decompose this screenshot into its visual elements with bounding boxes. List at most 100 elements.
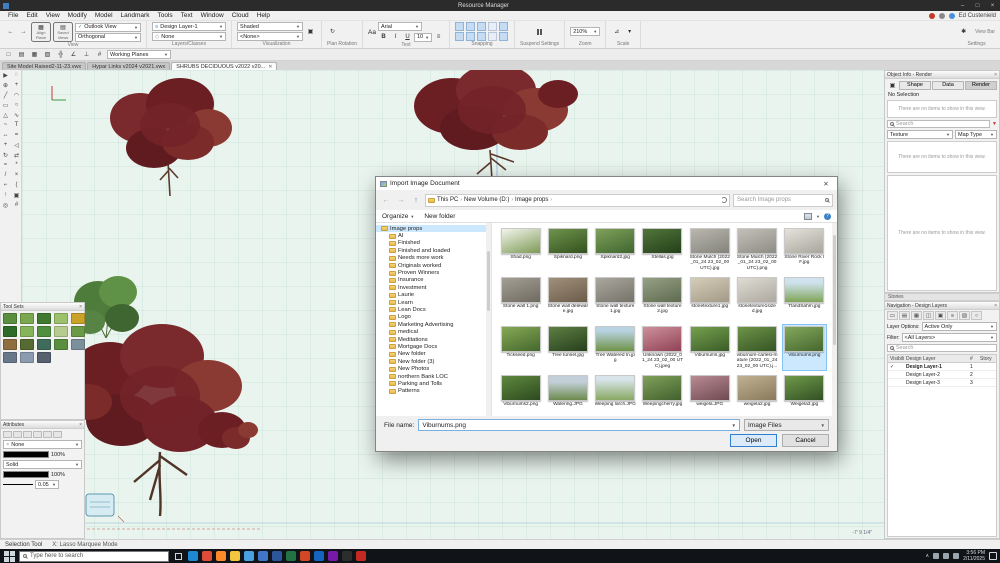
file-item[interactable]: weigela.JPG	[687, 373, 732, 416]
taskbar-app-icon[interactable]	[314, 551, 324, 561]
folder-tree-item[interactable]: Logo	[376, 314, 491, 321]
palette-tool[interactable]: ◁	[11, 140, 22, 150]
file-item[interactable]: Stone wall texture2.jpg	[640, 275, 685, 322]
pen-color-swatch[interactable]	[3, 471, 49, 478]
suspend-snapping-icon[interactable]	[534, 27, 545, 37]
file-item[interactable]: Tickseed.png	[498, 324, 543, 371]
taskbar-app-icon[interactable]	[258, 551, 268, 561]
taskbar-search-input[interactable]: Type here to search	[19, 551, 169, 562]
navigation-mode-icon[interactable]: ▧	[959, 311, 970, 320]
font-family-dropdown[interactable]: Arial ▼	[378, 22, 422, 31]
fill-pattern-icon[interactable]	[23, 431, 32, 438]
folder-tree-item[interactable]: Investment	[376, 284, 491, 291]
folder-tree-item[interactable]: Meditations	[376, 336, 491, 343]
zoom-dropdown[interactable]: 210% ▼	[570, 27, 600, 36]
palette-tool[interactable]: ⊕	[0, 80, 11, 90]
palette-tool[interactable]: ◠	[11, 90, 22, 100]
breadcrumb-segment[interactable]: This PC	[435, 197, 460, 203]
breadcrumb-segment[interactable]: Image props	[513, 197, 550, 203]
mode-button[interactable]: □	[3, 50, 14, 60]
align-left-icon[interactable]: ≡	[433, 32, 444, 42]
view-mode-icon[interactable]	[804, 213, 812, 220]
menu-item[interactable]: Cloud	[228, 12, 253, 19]
snap-toggle[interactable]	[488, 32, 497, 41]
forward-icon[interactable]: →	[395, 194, 407, 206]
working-planes-dropdown[interactable]: Working Planes ▼	[107, 50, 171, 59]
file-item[interactable]: Stone Mulch (2022_01_24 23_02_00 UTC).jp…	[687, 226, 732, 273]
snap-toggle[interactable]	[477, 22, 486, 31]
palette-tool[interactable]: ≈	[0, 160, 11, 170]
gear-icon[interactable]: ✱	[958, 27, 969, 37]
palette-tool[interactable]: △	[0, 110, 11, 120]
folder-tree-item[interactable]: Patterns	[376, 388, 491, 395]
folder-tree-item[interactable]: Insurance	[376, 277, 491, 284]
tool-set-icon[interactable]	[20, 313, 34, 324]
layer-options-dropdown[interactable]: Active Only ▼	[922, 322, 997, 331]
palette-tool[interactable]: ╱	[0, 90, 11, 100]
palette-tool[interactable]: ↻	[0, 150, 11, 160]
task-view-icon[interactable]	[173, 551, 184, 562]
menu-item[interactable]: Help	[253, 12, 274, 19]
taskbar-app-icon[interactable]	[216, 551, 226, 561]
taskbar-app-icon[interactable]	[244, 551, 254, 561]
snap-toggle[interactable]	[499, 22, 508, 31]
taskbar-app-icon[interactable]	[286, 551, 296, 561]
background-render-dropdown[interactable]: <None> ▼	[237, 32, 303, 41]
close-icon[interactable]: ×	[79, 304, 82, 310]
navigation-mode-icon[interactable]: ▦	[911, 311, 922, 320]
notification-bell-icon[interactable]	[929, 13, 935, 19]
taskbar-app-icon[interactable]	[342, 551, 352, 561]
file-item[interactable]: Stone wall 1.png	[498, 275, 543, 322]
cloud-icon[interactable]	[949, 13, 955, 19]
close-icon[interactable]: ×	[994, 303, 997, 309]
file-item[interactable]: Stone River Rock IF.jpg	[782, 226, 827, 273]
active-class-dropdown[interactable]: ◇ None ▼	[152, 32, 226, 41]
tool-set-icon[interactable]	[20, 339, 34, 350]
palette-tool[interactable]: ◎	[0, 200, 11, 210]
palette-tool[interactable]: #	[11, 200, 22, 210]
file-item[interactable]: stonetexture1size d.jpg	[734, 275, 779, 322]
file-item[interactable]: Tree tunnel.jpg	[545, 324, 590, 371]
menu-item[interactable]: Modify	[64, 12, 91, 19]
navigation-mode-icon[interactable]: ▤	[899, 311, 910, 320]
align-plane-button[interactable]: ▦ Align Plane	[31, 22, 51, 42]
palette-tool[interactable]: =	[11, 130, 22, 140]
next-view-icon[interactable]: →	[18, 27, 29, 37]
filter-funnel-icon[interactable]: ▼	[992, 121, 997, 127]
file-item[interactable]: Spiknard2.jpg	[593, 226, 638, 273]
palette-tool[interactable]: T	[11, 120, 22, 130]
folder-tree-item[interactable]: medical	[376, 328, 491, 335]
file-item[interactable]: TlandSahm.jpg	[782, 275, 827, 322]
design-layer-row[interactable]: Design Layer-2 2	[888, 371, 996, 379]
folder-tree-item[interactable]: Marketing Advertising	[376, 321, 491, 328]
design-layer-row[interactable]: ✓ Design Layer-1 1	[888, 363, 996, 371]
menu-item[interactable]: Window	[197, 12, 228, 19]
layers-search-input[interactable]: Search	[887, 344, 997, 352]
font-size-dropdown[interactable]: 10 ▼	[414, 33, 432, 42]
help-icon[interactable]: ?	[824, 213, 831, 220]
tool-set-icon[interactable]	[3, 352, 17, 363]
menu-item[interactable]: Model	[91, 12, 117, 19]
palette-tool[interactable]: ↔	[0, 130, 11, 140]
dialog-close-icon[interactable]: ✕	[815, 177, 837, 190]
tool-set-icon[interactable]	[71, 339, 85, 350]
new-folder-button[interactable]: New folder	[424, 213, 455, 220]
italic-button[interactable]: I	[390, 32, 401, 42]
start-button[interactable]	[3, 550, 15, 562]
chevron-down-icon[interactable]: ▼	[816, 214, 820, 219]
file-item[interactable]: Weepingcherry.jpg	[640, 373, 685, 416]
fill-gradient-icon[interactable]	[43, 431, 52, 438]
action-center-icon[interactable]	[989, 552, 997, 560]
mode-button[interactable]: ∠	[68, 50, 79, 60]
folder-tree-item[interactable]: northern Bank LOC	[376, 373, 491, 380]
file-type-dropdown[interactable]: Image Files ▼	[744, 419, 829, 431]
folder-tree-item[interactable]: Lean Docs	[376, 306, 491, 313]
palette-tool[interactable]: ↑	[0, 190, 11, 200]
file-item[interactable]: Tree Watered In.jpg	[593, 324, 638, 371]
file-name-input[interactable]: Viburnums.png ▼	[418, 419, 740, 431]
scrollbar-thumb[interactable]	[487, 251, 490, 311]
folder-tree-item[interactable]: Finished	[376, 240, 491, 247]
menu-item[interactable]: View	[42, 12, 64, 19]
tool-set-icon[interactable]	[37, 313, 51, 324]
file-item[interactable]: Stone Mulch (2022_01_24 23_02_00 UTC).pn…	[734, 226, 779, 273]
